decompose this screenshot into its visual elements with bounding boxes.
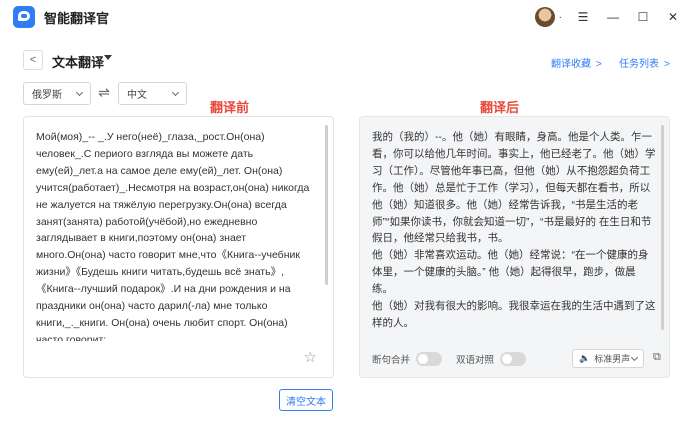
favorites-link-label: 翻译收藏 [551, 59, 591, 70]
chevron-down-icon [630, 353, 639, 362]
target-language-select[interactable]: 中文 [118, 82, 187, 105]
menu-icon[interactable]: ☰ [574, 8, 592, 26]
swap-languages-icon[interactable]: ⇌ [96, 84, 112, 102]
star-icon[interactable]: ☆ [304, 348, 317, 366]
caret-down-icon[interactable] [104, 55, 112, 60]
voice-select-value: 标准男声 [594, 354, 631, 364]
speaker-icon: 🔈 [579, 353, 591, 363]
target-options-bar: 断句合并 双语对照 🔈 标准男声 ⧉ [372, 349, 662, 369]
favorites-link[interactable]: 翻译收藏 > [551, 55, 602, 70]
task-list-link[interactable]: 任务列表 > [619, 55, 670, 70]
target-language-value: 中文 [127, 90, 147, 101]
clear-text-button[interactable]: 清空文本 [279, 389, 333, 411]
app-title: 智能翻译官 [44, 10, 110, 26]
chevron-down-icon [171, 88, 180, 97]
source-text-panel[interactable]: Мой(моя)_-- _.У него(неё)_глаза,_рост.Он… [23, 116, 334, 378]
chevron-right-icon: > [596, 59, 602, 70]
voice-select[interactable]: 🔈 标准男声 [572, 349, 644, 368]
label-before: 翻译前 [210, 100, 250, 115]
source-language-select[interactable]: 俄罗斯 [23, 82, 91, 105]
user-avatar[interactable] [534, 7, 555, 27]
back-button[interactable]: < [23, 50, 43, 70]
target-text: 我的（我的）--。他（她）有眼睛，身高。他是个人类。乍一看，你可以给他几年时间。… [372, 131, 656, 329]
page-title[interactable]: 文本翻译 [52, 52, 104, 71]
source-language-value: 俄罗斯 [32, 90, 62, 101]
source-textarea[interactable]: Мой(моя)_-- _.У него(неё)_глаза,_рост.Он… [36, 129, 316, 341]
chevron-down-icon [75, 88, 84, 97]
title-bar: 智能翻译官 · ☰ — ☐ ✕ [0, 0, 694, 34]
copy-icon[interactable]: ⧉ [653, 351, 666, 365]
chevron-right-icon: > [664, 59, 670, 70]
minimize-icon[interactable]: — [604, 8, 622, 26]
bilingual-label: 双语对照 [456, 355, 495, 366]
task-list-link-label: 任务列表 [619, 59, 659, 70]
app-logo-icon [13, 6, 35, 28]
sentence-merge-toggle[interactable] [416, 352, 443, 366]
bilingual-toggle[interactable] [500, 352, 527, 366]
label-after: 翻译后 [480, 100, 520, 115]
maximize-icon[interactable]: ☐ [634, 8, 652, 26]
target-scrollbar[interactable] [661, 125, 664, 330]
sentence-merge-label: 断句合并 [372, 355, 411, 366]
target-text-panel: 我的（我的）--。他（她）有眼睛，身高。他是个人类。乍一看，你可以给他几年时间。… [359, 116, 670, 378]
avatar-dot: · [558, 11, 562, 23]
window-controls: · ☰ — ☐ ✕ [534, 6, 682, 28]
source-scrollbar[interactable] [325, 125, 328, 285]
close-icon[interactable]: ✕ [664, 8, 682, 26]
